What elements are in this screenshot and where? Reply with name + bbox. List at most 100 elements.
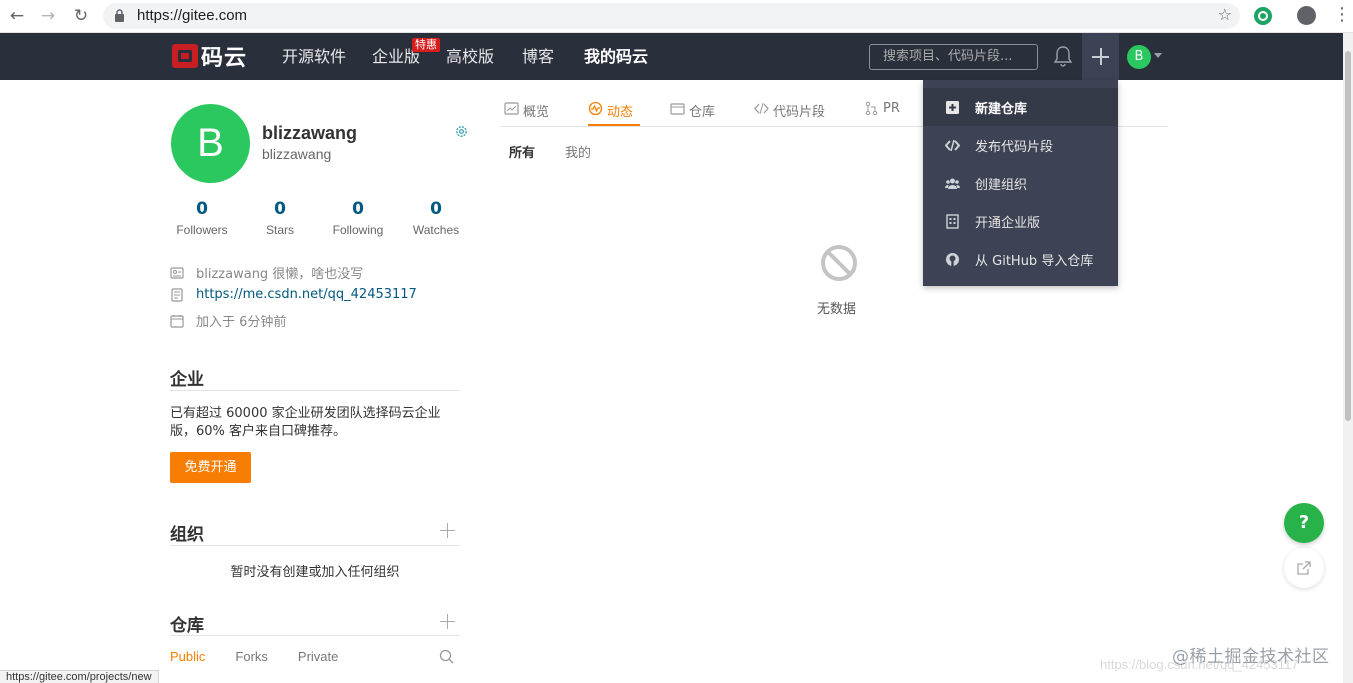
stat-value: 0 <box>274 199 286 219</box>
address-url[interactable]: https://gitee.com <box>137 7 247 24</box>
sub-tab-all[interactable]: 所有 <box>509 142 535 161</box>
nav-blog[interactable]: 博客 <box>522 33 584 80</box>
page-scrollbar[interactable] <box>1343 33 1353 683</box>
stat-followers[interactable]: 0 Followers <box>163 199 241 237</box>
code-icon <box>754 102 769 115</box>
stat-value: 0 <box>430 199 442 219</box>
repo-tab-forks[interactable]: Forks <box>235 649 268 664</box>
tab-snippets[interactable]: 代码片段 <box>754 96 864 126</box>
top-nav: 开源软件 企业版 特惠 高校版 博客 我的码云 <box>282 33 664 80</box>
scrollbar-thumb[interactable] <box>1345 51 1351 421</box>
building-icon <box>946 213 959 229</box>
pull-request-icon <box>865 101 878 116</box>
joined-text: 加入于 6分钟前 <box>196 315 287 330</box>
lock-icon <box>115 9 124 22</box>
menu-item-label: 发布代码片段 <box>975 139 1054 155</box>
repos-title: 仓库 <box>170 616 204 636</box>
add-org-icon[interactable] <box>440 523 455 538</box>
bookmark-star-icon[interactable]: ☆ <box>1218 5 1232 24</box>
stat-watches[interactable]: 0 Watches <box>397 199 475 237</box>
browser-menu-icon[interactable]: ⋮ <box>1333 4 1351 25</box>
nav-education[interactable]: 高校版 <box>446 33 522 80</box>
tab-label: PR <box>883 101 900 116</box>
sub-tabs: 所有 我的 <box>509 142 621 161</box>
tab-label: 代码片段 <box>773 105 826 120</box>
menu-item-new-snippet[interactable]: 发布代码片段 <box>923 126 1118 164</box>
reload-icon[interactable]: ↻ <box>70 5 92 27</box>
browser-profile-icon[interactable] <box>1297 6 1316 25</box>
menu-item-label: 开通企业版 <box>975 215 1041 231</box>
nav-enterprise[interactable]: 企业版 特惠 <box>372 33 446 80</box>
forward-icon[interactable]: → <box>37 5 59 27</box>
site-logo[interactable]: 码云 <box>172 43 247 71</box>
external-link-icon <box>1297 561 1311 575</box>
repo-tabs: Public Forks Private <box>170 649 368 664</box>
gitee-logo-icon <box>172 44 198 68</box>
add-repo-icon[interactable] <box>440 614 455 629</box>
document-icon <box>171 287 183 302</box>
menu-item-enterprise[interactable]: 开通企业版 <box>923 202 1118 240</box>
enterprise-title: 企业 <box>170 370 204 390</box>
tab-label: 概览 <box>523 105 550 120</box>
enterprise-text: 已有超过 60000 家企业研发团队选择码云企业版，60% 客户来自口碑推荐。 <box>170 406 441 439</box>
sub-tab-mine[interactable]: 我的 <box>565 142 591 161</box>
address-bar[interactable]: https://gitee.com ☆ <box>103 3 1240 29</box>
back-icon[interactable]: ← <box>6 5 28 27</box>
tab-repos[interactable]: 仓库 <box>670 96 754 126</box>
menu-item-import-github[interactable]: 从 GitHub 导入仓库 <box>923 240 1118 278</box>
profile-name: blizzawang <box>262 123 358 143</box>
bell-icon[interactable] <box>1053 45 1073 67</box>
divider <box>170 635 460 636</box>
site-header: 码云 开源软件 企业版 特惠 高校版 博客 我的码云 搜索项目、代码片段... B <box>0 33 1343 80</box>
divider <box>170 545 460 546</box>
orgs-empty-text: 暂时没有创建或加入任何组织 <box>230 565 400 580</box>
extension-icon[interactable] <box>1254 7 1272 25</box>
profile-stats: 0 Followers 0 Stars 0 Following 0 Watches <box>163 199 475 237</box>
nav-open-source[interactable]: 开源软件 <box>282 33 372 80</box>
menu-item-new-repo[interactable]: 新建仓库 <box>923 88 1118 126</box>
github-icon <box>946 252 959 266</box>
stat-label: Stars <box>265 223 294 237</box>
browser-status-bar: https://gitee.com/projects/new <box>0 670 159 683</box>
no-data-text: 无数据 <box>817 302 857 317</box>
search-input[interactable]: 搜索项目、代码片段... <box>869 44 1038 70</box>
browser-toolbar: ← → ↻ https://gitee.com ☆ ⋮ <box>0 0 1353 33</box>
repo-tab-public[interactable]: Public <box>170 649 205 664</box>
main-tabs: 概览 动态 仓库 代码片段 PR <box>504 96 914 126</box>
chevron-down-icon[interactable] <box>1154 53 1162 58</box>
stat-label: Followers <box>176 223 228 237</box>
promo-badge: 特惠 <box>412 38 440 52</box>
menu-item-new-org[interactable]: 创建组织 <box>923 164 1118 202</box>
gear-icon[interactable] <box>454 124 469 139</box>
help-button[interactable]: ? <box>1284 503 1324 543</box>
create-plus-button[interactable] <box>1082 33 1119 80</box>
blog-link[interactable]: https://me.csdn.net/qq_42453117 <box>196 287 417 302</box>
tab-activity[interactable]: 动态 <box>588 96 640 126</box>
menu-item-label: 从 GitHub 导入仓库 <box>975 253 1094 269</box>
share-button[interactable] <box>1284 548 1324 588</box>
free-trial-button[interactable]: 免费开通 <box>170 452 251 483</box>
menu-item-label: 新建仓库 <box>975 101 1028 117</box>
activity-icon <box>588 101 603 116</box>
code-icon <box>945 139 960 151</box>
nav-my-gitee[interactable]: 我的码云 <box>584 33 664 80</box>
profile-joined: 加入于 6分钟前 <box>170 311 286 330</box>
stat-value: 0 <box>196 199 208 219</box>
stat-label: Following <box>332 223 384 237</box>
stat-label: Watches <box>412 223 460 237</box>
header-avatar[interactable]: B <box>1127 45 1151 69</box>
profile-blog: https://me.csdn.net/qq_42453117 <box>170 287 417 302</box>
tab-overview[interactable]: 概览 <box>504 96 588 126</box>
profile-login: blizzawang <box>262 146 332 162</box>
watermark-text: @稀土掘金技术社区 <box>1172 647 1330 667</box>
search-icon[interactable] <box>439 649 454 664</box>
tab-label: 动态 <box>607 105 634 120</box>
stat-following[interactable]: 0 Following <box>319 199 397 237</box>
stat-stars[interactable]: 0 Stars <box>241 199 319 237</box>
profile-avatar: B <box>171 104 250 183</box>
id-card-icon <box>170 266 184 279</box>
tab-pr[interactable]: PR <box>864 96 914 126</box>
repo-tab-private[interactable]: Private <box>298 649 338 664</box>
calendar-icon <box>170 314 184 328</box>
repo-icon <box>670 103 685 115</box>
